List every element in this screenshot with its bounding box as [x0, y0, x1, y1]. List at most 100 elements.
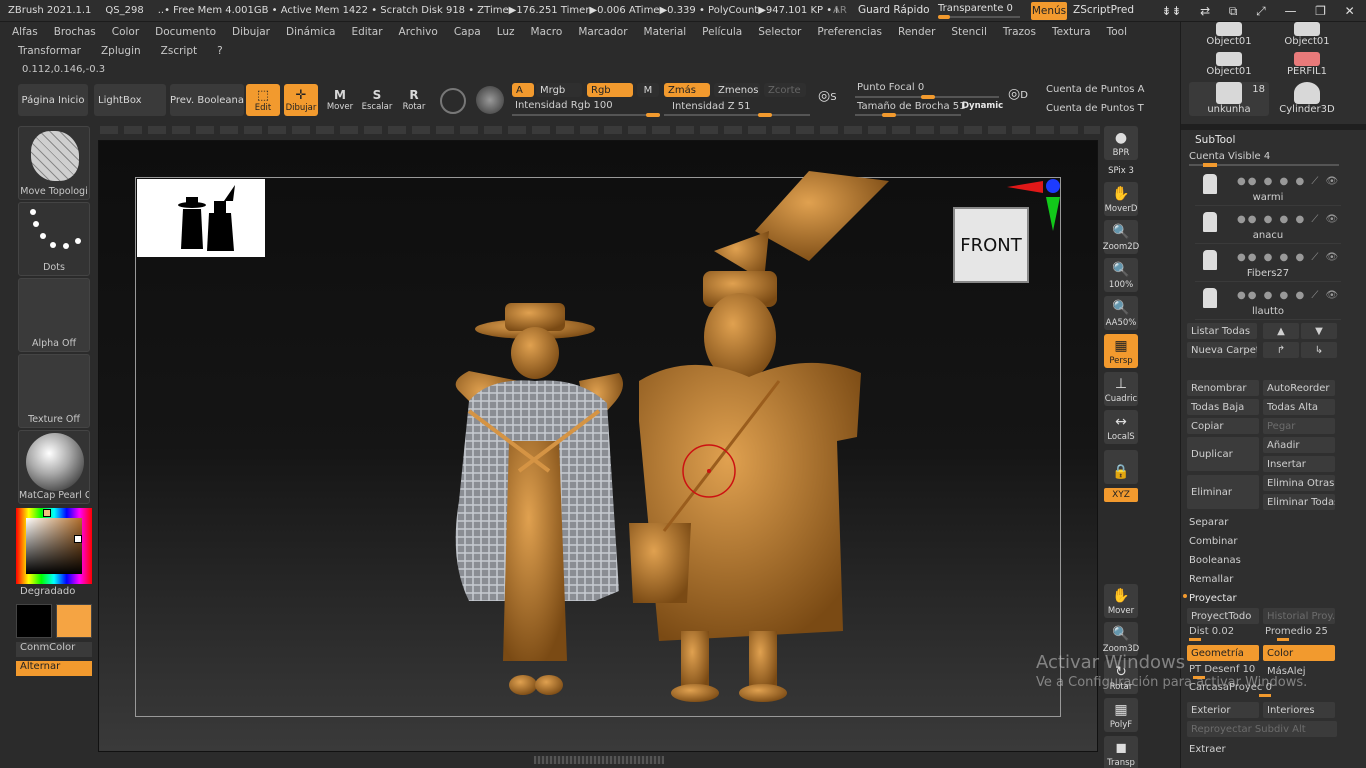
sculptris-icon[interactable]: [476, 86, 504, 114]
active-points-icon[interactable]: ◎D: [1008, 86, 1040, 116]
arrow-down-button[interactable]: ▼: [1301, 323, 1337, 339]
subtool-header[interactable]: SubTool: [1195, 134, 1235, 146]
menu-item-editar[interactable]: Editar: [347, 26, 386, 38]
remesh-section[interactable]: Remallar: [1187, 570, 1339, 588]
project-section[interactable]: Proyectar: [1187, 589, 1339, 607]
move-button[interactable]: M Mover: [324, 84, 356, 116]
tool-thumbnail[interactable]: Cylinder3D: [1267, 82, 1347, 122]
close-icon[interactable]: ✕: [1345, 4, 1355, 18]
subtool-toggles[interactable]: ●● ● ● ● ⟋ 👁: [1237, 176, 1338, 187]
project-history-button[interactable]: Historial Proy.: [1263, 608, 1335, 624]
merge-section[interactable]: Combinar: [1187, 532, 1339, 550]
color-square-handle[interactable]: [74, 535, 82, 543]
outer-toggle[interactable]: Exterior: [1187, 702, 1259, 718]
menu-item-render[interactable]: Render: [894, 26, 939, 38]
zoom2d-button[interactable]: 🔍 Zoom2D: [1103, 220, 1139, 254]
delete-button[interactable]: Eliminar: [1187, 475, 1259, 509]
scale-button[interactable]: S Escalar: [360, 84, 394, 116]
m-toggle[interactable]: M: [637, 83, 659, 97]
all-high-button[interactable]: Todas Alta: [1263, 399, 1335, 415]
stroke-slot[interactable]: Dots: [18, 202, 90, 276]
zscript-pred-label[interactable]: ZScriptPred: [1073, 4, 1134, 16]
menu-item-pelicula[interactable]: Película: [698, 26, 746, 38]
delete-other-button[interactable]: Elimina Otras: [1263, 475, 1335, 491]
alternate-button[interactable]: Alternar: [16, 661, 92, 676]
tool-thumbnail[interactable]: Object01: [1189, 52, 1269, 82]
bpr-button[interactable]: ● BPR: [1104, 126, 1138, 160]
material-slot[interactable]: MatCap Pearl C: [18, 430, 90, 504]
color-picker-handle[interactable]: [43, 509, 51, 517]
dynamic-button[interactable]: Dynamic: [962, 101, 1003, 111]
brush-slot[interactable]: Move Topologi: [18, 126, 90, 200]
reproject-button[interactable]: Reproyectar Subdiv Alt: [1187, 721, 1337, 737]
menus-button[interactable]: Menús: [1031, 2, 1067, 20]
zsub-toggle[interactable]: Zmenos: [714, 83, 760, 97]
split-section[interactable]: Separar: [1187, 513, 1339, 531]
lightbox-button[interactable]: LightBox: [94, 84, 166, 116]
100--button[interactable]: 🔍 100%: [1104, 258, 1138, 292]
texture-slot[interactable]: Texture Off: [18, 354, 90, 428]
arrow-up-button[interactable]: ▲: [1263, 323, 1299, 339]
subtool-toggles[interactable]: ●● ● ● ● ⟋ 👁: [1237, 290, 1338, 301]
canvas-viewport[interactable]: FRONT: [98, 140, 1098, 752]
menu-item-documento[interactable]: Documento: [151, 26, 220, 38]
all-low-button[interactable]: Todas Baja: [1187, 399, 1259, 415]
subtool-item[interactable]: ●● ● ● ● ⟋ 👁 Fibers27: [1195, 246, 1341, 282]
delete-all-button[interactable]: Eliminar Todas: [1263, 494, 1335, 510]
switch-color-button[interactable]: ConmColor: [16, 642, 92, 657]
persp-button[interactable]: ▦ Persp: [1104, 334, 1138, 368]
gizmo-icon[interactable]: [440, 88, 466, 114]
extract-section[interactable]: Extraer: [1187, 740, 1339, 758]
move-up-folder-button[interactable]: ↱: [1263, 342, 1299, 358]
secondary-color-swatch[interactable]: [16, 604, 52, 638]
menu-item-color[interactable]: Color: [108, 26, 143, 38]
zoom3d-button[interactable]: 🔍 Zoom3D: [1103, 622, 1139, 656]
copy-ui-icon[interactable]: ⧉: [1229, 4, 1238, 19]
subtool-item[interactable]: ●● ● ● ● ⟋ 👁 anacu: [1195, 208, 1341, 244]
z-intensity-slider[interactable]: [758, 113, 772, 117]
rgb-toggle[interactable]: Rgb: [587, 83, 633, 97]
z-intensity-track[interactable]: [664, 114, 810, 116]
new-folder-button[interactable]: Nueva Carpeta: [1187, 342, 1257, 358]
color-picker[interactable]: [16, 508, 92, 584]
menu-item-dinamica[interactable]: Dinámica: [282, 26, 339, 38]
zadd-toggle[interactable]: Zmás: [664, 83, 710, 97]
draw-size-slider[interactable]: [882, 113, 896, 117]
rgb-intensity-slider[interactable]: [646, 113, 660, 117]
prev-boolean-button[interactable]: Prev. Booleana: [170, 84, 244, 116]
rotate-button[interactable]: R Rotar: [398, 84, 430, 116]
moverd-button[interactable]: ✋ MoverD: [1104, 182, 1138, 216]
subtool-item[interactable]: ●● ● ● ● ⟋ 👁 llautto: [1195, 284, 1341, 320]
menu-item-preferencias[interactable]: Preferencias: [813, 26, 886, 38]
project-all-button[interactable]: ProyectTodo: [1187, 608, 1259, 624]
spix-3-button[interactable]: SPix 3: [1104, 162, 1138, 178]
focal-shift-slider[interactable]: [921, 95, 935, 99]
menu-item-help[interactable]: ?: [209, 45, 223, 57]
insert-button[interactable]: Insertar: [1263, 456, 1335, 472]
menu-item-zscript[interactable]: Zscript: [153, 45, 197, 57]
mean-slider[interactable]: Promedio 25: [1263, 625, 1335, 641]
tool-thumbnail[interactable]: Object01: [1267, 22, 1347, 52]
swap-icon[interactable]: ⇄: [1200, 4, 1210, 18]
menu-item-material[interactable]: Material: [640, 26, 691, 38]
xyz-symmetry-button[interactable]: XYZ: [1104, 488, 1138, 502]
focal-shift-icon[interactable]: ◎S: [818, 88, 848, 116]
menu-item-capa[interactable]: Capa: [450, 26, 485, 38]
tool-thumbnail[interactable]: Object01: [1189, 22, 1269, 52]
menu-item-archivo[interactable]: Archivo: [395, 26, 442, 38]
menu-item-alfas[interactable]: Alfas: [8, 26, 42, 38]
rgb-intensity-track[interactable]: [512, 114, 660, 116]
move-down-folder-button[interactable]: ↳: [1301, 342, 1337, 358]
menu-item-tool[interactable]: Tool: [1103, 26, 1131, 38]
auto-reorder-button[interactable]: AutoReorder: [1263, 380, 1335, 396]
transparency-slider[interactable]: Transparente 0: [936, 2, 1026, 20]
duplicate-button[interactable]: Duplicar: [1187, 437, 1259, 471]
mrgb-toggle[interactable]: Mrgb: [536, 83, 582, 97]
edit-button[interactable]: ⬚ Edit: [246, 84, 280, 116]
alpha-slot[interactable]: Alpha Off: [18, 278, 90, 352]
menu-item-trazos[interactable]: Trazos: [999, 26, 1040, 38]
lock-button[interactable]: 🔒: [1104, 450, 1138, 484]
color-square[interactable]: [26, 518, 82, 574]
paste-button[interactable]: Pegar: [1263, 418, 1335, 434]
draw-button[interactable]: ✛ Dibujar: [284, 84, 318, 116]
